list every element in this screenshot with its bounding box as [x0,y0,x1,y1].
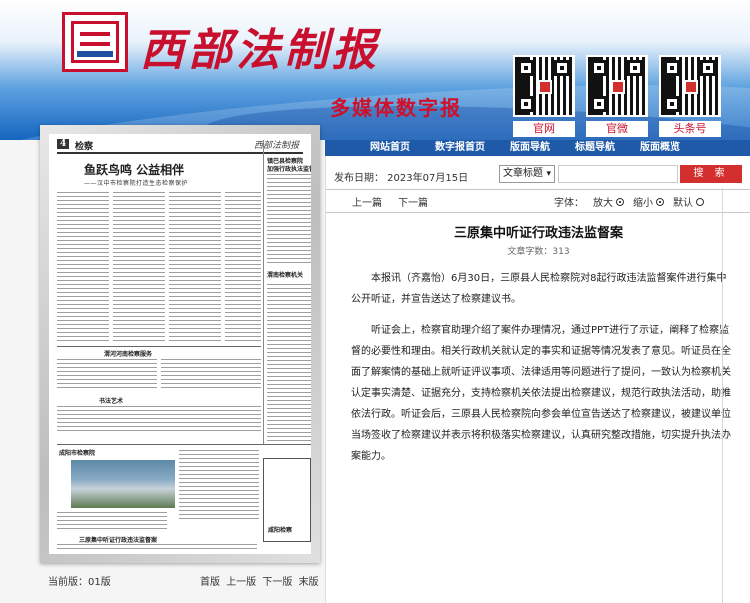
paper-text-column [161,359,261,389]
qr-label-wechat: 官微 [586,121,648,137]
nav-page-navigation[interactable]: 版面导航 [510,140,550,156]
paper-text-column [57,192,109,342]
paper-side-head[interactable]: 成阳市检察院 [59,448,95,457]
divider [326,212,750,213]
qr-label-website: 官网 [513,121,575,137]
paper-page-number: 4 [57,139,70,149]
article-paragraph: 本报讯（齐嘉怡）6月30日，三原县人民检察院对8起行政违法监督案件进行集中公开听… [351,273,727,305]
font-size-label: 字体： [554,198,584,209]
next-article-link[interactable]: 下一篇 [398,194,428,209]
search-input[interactable] [558,165,678,183]
font-enlarge-label: 放大 [593,198,613,209]
paper-text-column [225,192,261,342]
paper-side-head[interactable]: 加强行政执法监督 [267,164,311,173]
main-nav: 网站首页 数字报首页 版面导航 标题导航 版面概览 [325,140,750,156]
search-button[interactable]: 搜 索 [680,165,742,183]
publish-date: 发布日期： 2023年07月15日 [334,173,469,184]
search-scope-select[interactable]: 文章标题 ▾ [499,165,555,183]
first-page-link[interactable]: 首版 [200,577,220,588]
paper-box-label: 咸阳检察 [268,527,293,534]
radio-icon[interactable] [696,197,704,206]
nav-epaper-home[interactable]: 数字报首页 [435,140,485,156]
paper-header: 4 检察 西部法制报 [57,138,303,154]
paper-text-column [267,284,311,444]
qr-code-icon [586,55,648,117]
chevron-down-icon: ▾ [546,169,551,179]
paper-headline[interactable]: 鱼跃鸟鸣 公益相伴 [84,161,184,178]
last-page-link[interactable]: 末版 [299,577,319,588]
qr-code-icon [513,55,575,117]
qr-label-toutiao: 头条号 [659,121,721,137]
paper-text-column [169,192,221,342]
radio-icon[interactable] [656,197,664,206]
paper-subhead: ——汉中市检察院打造生态检察保护 [84,180,189,187]
brand-name[interactable]: 西部法制报 [140,14,380,78]
paper-text-column [57,512,167,532]
current-page-label: 当前版：01版 [48,577,111,588]
paper-text-column [113,192,165,342]
paper-text-column [57,544,257,552]
paper-side-head[interactable]: 书法艺术 [99,396,123,405]
paper-ad-box[interactable]: 咸阳检察 [263,458,311,542]
site-header: 西部法制报 多媒体数字报 [0,0,750,140]
paper-side-head[interactable]: 渭南检察机关 [267,270,303,279]
paper-text-column [267,174,311,264]
newspaper-panel: 4 检察 西部法制报 鱼跃鸟鸣 公益相伴 ——汉中市检察院打造生态检察保护 镇巴… [0,125,325,603]
newspaper-page-image[interactable]: 4 检察 西部法制报 鱼跃鸟鸣 公益相伴 ——汉中市检察院打造生态检察保护 镇巴… [49,134,311,554]
font-size-controls: 字体： 放大 缩小 默认 [554,194,704,209]
font-default-option[interactable]: 默认 [673,194,704,209]
article-toolbar: 发布日期： 2023年07月15日 文章标题 ▾ 搜 索 [326,164,750,186]
divider [326,189,750,190]
font-shrink-label: 缩小 [633,198,653,209]
radio-selected-icon[interactable] [616,197,624,206]
paper-section: 检察 [75,142,94,152]
article-panel: 发布日期： 2023年07月15日 文章标题 ▾ 搜 索 上一篇 下一篇 字体：… [325,156,750,603]
paper-side-head[interactable]: 三原集中听证行政违法监督案 [79,535,157,544]
article-paragraph: 听证会上，检察官助理介绍了案件办理情况，通过PPT进行了示证，阐释了检察监督的必… [351,325,731,462]
paper-mid-head[interactable]: 渭河河南检察服务 [104,349,152,358]
article-title: 三原集中听证行政违法监督案 [453,226,623,241]
prev-page-link[interactable]: 上一版 [226,577,256,588]
scrollbar-track[interactable] [722,188,723,603]
font-shrink-option[interactable]: 缩小 [633,194,664,209]
article-word-count: 文章字数：313 [507,247,570,257]
page-navigation: 首版 上一版 下一版 末版 [200,573,322,588]
search-scope-value: 文章标题 [503,168,543,179]
paper-text-column [179,450,259,520]
newspaper-frame: 4 检察 西部法制报 鱼跃鸟鸣 公益相伴 ——汉中市检察院打造生态检察保护 镇巴… [40,125,320,563]
brand-slogan: 多媒体数字报 [330,96,462,120]
paper-text-column [57,359,157,389]
paper-text-column [57,406,261,434]
qr-code-icon [659,55,721,117]
font-enlarge-option[interactable]: 放大 [593,194,624,209]
paper-photo[interactable] [71,460,175,508]
brand-logo-icon[interactable] [62,12,128,72]
nav-page-overview[interactable]: 版面概览 [640,140,680,156]
font-default-label: 默认 [673,198,693,209]
nav-site-home[interactable]: 网站首页 [370,140,410,156]
nav-title-navigation[interactable]: 标题导航 [575,140,615,156]
prev-article-link[interactable]: 上一篇 [352,194,382,209]
next-page-link[interactable]: 下一版 [262,577,292,588]
paper-masthead: 西部法制报 [253,141,299,151]
article-body: 本报讯（齐嘉怡）6月30日，三原县人民检察院对8起行政违法监督案件进行集中公开听… [351,268,731,477]
